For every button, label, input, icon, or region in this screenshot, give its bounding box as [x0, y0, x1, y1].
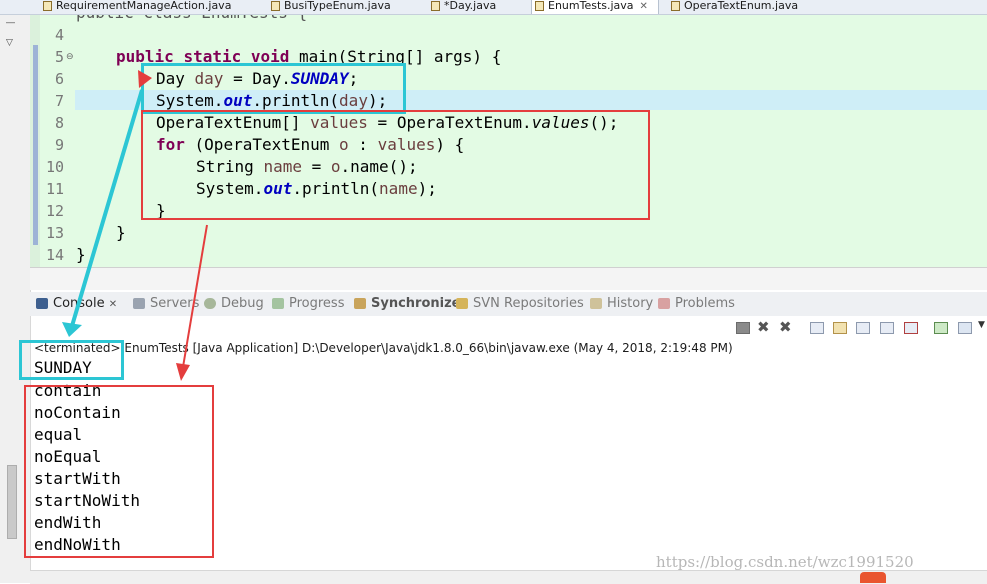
java-file-icon — [535, 1, 544, 11]
annotation-box-loop-output — [24, 385, 214, 558]
tab-label: Console — [53, 296, 105, 311]
annotation-box-day-code — [141, 63, 406, 114]
editor-horizontal-scrollbar[interactable] — [30, 267, 987, 290]
view-menu-icon[interactable]: ▼ — [978, 320, 985, 330]
ime-logo-icon — [860, 572, 886, 583]
editor-tab-bar: RequirementManageAction.java BusiTypeEnu… — [0, 0, 987, 15]
console-horizontal-scrollbar[interactable] — [30, 570, 987, 584]
show-on-error-icon[interactable] — [904, 322, 918, 334]
tab-servers[interactable]: Servers — [133, 296, 199, 312]
code-line-13: } — [116, 223, 126, 242]
tab-history[interactable]: History — [590, 296, 653, 312]
java-file-icon — [271, 1, 280, 11]
tab-requirement-manage-action[interactable]: RequirementManageAction.java — [40, 0, 265, 14]
vertical-scrollbar-thumb[interactable] — [7, 465, 17, 539]
show-on-output-icon[interactable] — [880, 322, 894, 334]
tab-label: History — [607, 296, 654, 311]
display-console-icon[interactable] — [958, 322, 972, 334]
tab-label: OperaTextEnum.java — [684, 0, 799, 12]
ime-toolbar — [860, 572, 987, 583]
line-number: 4 — [54, 26, 64, 44]
svn-icon — [456, 298, 468, 309]
console-icon — [36, 298, 48, 309]
tab-label: Servers — [150, 296, 200, 311]
java-file-icon — [671, 1, 680, 11]
history-icon — [590, 298, 602, 309]
word-wrap-icon[interactable] — [856, 322, 870, 334]
tab-label: *Day.java — [444, 0, 497, 12]
line-number: 13 — [45, 224, 64, 242]
tab-busi-type-enum[interactable]: BusiTypeEnum.java — [268, 0, 418, 14]
view-tab-bar: Console ✕ Servers Debug Progress Synchro… — [30, 292, 987, 316]
remove-all-terminated-icon[interactable]: ✖ — [779, 318, 792, 336]
close-view-icon[interactable]: ✕ — [109, 299, 117, 310]
code-line-3-partial: public class EnumTests { — [76, 15, 307, 24]
remove-launch-icon[interactable]: ✖ — [757, 318, 770, 336]
line-number: 7 — [54, 92, 64, 110]
line-number: 9 — [54, 136, 64, 154]
tab-label: Debug — [221, 296, 264, 311]
tab-label: Problems — [675, 296, 735, 311]
tab-progress[interactable]: Progress — [272, 296, 344, 312]
tab-label: SVN Repositories — [473, 296, 584, 311]
servers-icon — [133, 298, 145, 309]
tab-label: EnumTests.java — [548, 0, 634, 12]
tab-console[interactable]: Console ✕ — [36, 296, 117, 313]
annotation-box-loop-code — [141, 110, 650, 220]
tab-synchronize[interactable]: Synchronize — [354, 296, 461, 312]
scroll-lock-icon[interactable] — [833, 322, 847, 334]
tab-label: Synchronize — [371, 296, 461, 311]
java-file-icon — [43, 1, 52, 11]
problems-icon — [658, 298, 670, 309]
tab-enum-tests[interactable]: EnumTests.java ✕ — [531, 0, 659, 14]
terminate-icon[interactable] — [736, 322, 750, 334]
pin-console-icon[interactable] — [934, 322, 948, 334]
close-tab-icon[interactable]: ✕ — [640, 1, 648, 12]
fold-icon[interactable]: ⊖ — [66, 46, 74, 68]
annotation-box-sunday-output — [19, 340, 124, 380]
minimize-icon[interactable]: ― ▽ — [6, 18, 15, 48]
line-number: 11 — [45, 180, 64, 198]
line-number: 5 — [54, 48, 64, 66]
watermark: https://blog.csdn.net/wzc1991520 — [656, 553, 914, 571]
line-number: 6 — [54, 70, 64, 88]
debug-icon — [204, 298, 216, 309]
line-number: 12 — [45, 202, 64, 220]
red-arrow-head-down — [176, 363, 190, 381]
synchronize-icon — [354, 298, 366, 309]
tab-svn-repositories[interactable]: SVN Repositories — [456, 296, 584, 312]
tab-opera-text-enum[interactable]: OperaTextEnum.java — [668, 0, 818, 14]
progress-icon — [272, 298, 284, 309]
java-file-icon — [431, 1, 440, 11]
tab-debug[interactable]: Debug — [204, 296, 264, 312]
tab-label: RequirementManageAction.java — [56, 0, 232, 12]
line-number: 14 — [45, 246, 64, 264]
console-title: <terminated> EnumTests [Java Application… — [34, 341, 733, 355]
clear-console-icon[interactable] — [810, 322, 824, 334]
line-number: 10 — [45, 158, 64, 176]
line-number: 8 — [54, 114, 64, 132]
cyan-arrow-head-down — [62, 322, 82, 337]
tab-label: Progress — [289, 296, 345, 311]
tab-label: BusiTypeEnum.java — [284, 0, 391, 12]
code-line-14: } — [76, 245, 86, 264]
tab-problems[interactable]: Problems — [658, 296, 735, 312]
tab-day[interactable]: *Day.java — [428, 0, 528, 14]
